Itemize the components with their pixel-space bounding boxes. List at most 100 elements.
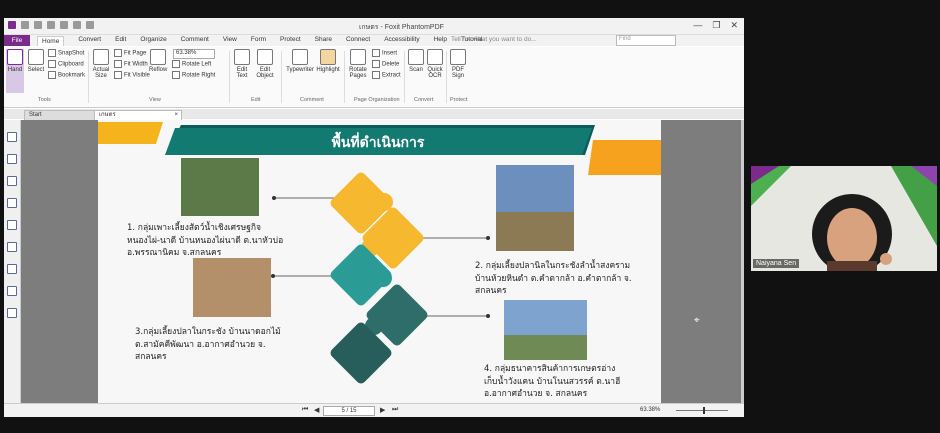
menu-bar: File Home Convert Edit Organize Comment …	[4, 35, 744, 46]
pages-icon[interactable]	[7, 154, 17, 164]
tab-convert[interactable]: Convert	[78, 36, 101, 46]
actual-size-button[interactable]: Actual Size	[91, 49, 111, 79]
ocr-icon	[427, 49, 443, 65]
maximize-button[interactable]: ❐	[712, 20, 720, 31]
rotate-right-button[interactable]: Rotate Right	[172, 71, 215, 79]
quick-ocr-button[interactable]: Quick OCR	[426, 49, 444, 79]
participant-name: Naiyana Sen	[753, 259, 800, 268]
snapshot-button[interactable]: SnapShot	[48, 49, 84, 57]
tab-accessibility[interactable]: Accessibility	[384, 36, 419, 46]
undo-icon[interactable]	[73, 21, 81, 29]
ribbon-tabs: Home Convert Edit Organize Comment View …	[37, 36, 482, 46]
settings-icon[interactable]	[7, 308, 17, 318]
typewriter-button[interactable]: Typewriter	[285, 49, 315, 73]
bookmarks-icon[interactable]	[7, 176, 17, 186]
page-organization-group-label: Page Organization	[354, 97, 400, 103]
insert-button[interactable]: Insert	[372, 49, 397, 57]
delete-button[interactable]: Delete	[372, 60, 399, 68]
zoom-slider-handle[interactable]	[703, 407, 706, 414]
previous-page-button[interactable]: ◀	[314, 406, 319, 414]
new-icon[interactable]	[60, 21, 68, 29]
zoom-input[interactable]: 63.38%	[173, 49, 215, 59]
select-tool-button[interactable]: Select	[26, 49, 46, 73]
typewriter-icon	[292, 49, 308, 65]
save-icon[interactable]	[34, 21, 42, 29]
tab-organize[interactable]: Organize	[140, 36, 166, 46]
hand-tool-button[interactable]: Hand	[6, 49, 24, 93]
puzzle-pieces	[330, 172, 428, 384]
document-canvas[interactable]: พื้นที่ดำเนินการ 1. กลุ่มเพาะเลี้ยงสัตว์…	[21, 120, 744, 403]
protect-group-label: Protect	[450, 97, 468, 103]
hand-icon	[7, 49, 23, 65]
extract-button[interactable]: Extract	[372, 71, 401, 79]
minimize-button[interactable]: —	[693, 20, 702, 31]
security-icon[interactable]	[7, 264, 17, 274]
close-tab-icon[interactable]: ×	[174, 111, 178, 120]
tab-form[interactable]: Form	[251, 36, 266, 46]
site-item-3: 3.กลุ่มเลี้ยงปลาในกระชัง บ้านนาดอกไม้ ต.…	[135, 327, 281, 362]
pen-icon	[450, 49, 466, 65]
edit-group-label: Edit	[251, 97, 261, 103]
tab-comment[interactable]: Comment	[181, 36, 209, 46]
attachments-icon[interactable]	[7, 220, 17, 230]
tab-view[interactable]: View	[223, 36, 237, 46]
view-group-label: View	[149, 97, 161, 103]
zoom-level: 63.38%	[640, 407, 661, 413]
site-item-4: 4. กลุ่มธนาคารสินค้าการเกษตรอ่าง เก็บน้ำ…	[484, 364, 621, 399]
slide-page: พื้นที่ดำเนินการ 1. กลุ่มเพาะเลี้ยงสัตว์…	[98, 120, 661, 403]
zoom-slider[interactable]	[676, 410, 728, 411]
tab-edit[interactable]: Edit	[115, 36, 126, 46]
reflow-button[interactable]: Reflow	[149, 49, 167, 73]
fit-visible-button[interactable]: Fit Visible	[114, 71, 150, 79]
clipboard-button[interactable]: Clipboard	[48, 60, 84, 68]
rotate-pages-button[interactable]: Rotate Pages	[347, 49, 369, 79]
tab-connect[interactable]: Connect	[346, 36, 370, 46]
ribbon-separator	[88, 51, 89, 103]
edit-object-button[interactable]: Edit Object	[254, 49, 276, 79]
scan-button[interactable]: Scan	[407, 49, 425, 73]
participant-video	[751, 166, 937, 271]
ribbon-separator	[446, 51, 447, 103]
tab-home[interactable]: Home	[37, 36, 65, 46]
document-tabs: Start เกษตร ×	[4, 109, 744, 121]
tab-help[interactable]: Help	[434, 36, 447, 46]
layers-icon[interactable]	[7, 242, 17, 252]
print-icon[interactable]	[47, 21, 55, 29]
close-button[interactable]: ✕	[730, 20, 738, 31]
tell-me-search[interactable]: Tell me what you want to do...	[451, 36, 537, 43]
ribbon-separator	[281, 51, 282, 103]
hand-nav-icon[interactable]	[7, 132, 17, 142]
redo-icon[interactable]	[86, 21, 94, 29]
last-page-button[interactable]: ⏭	[392, 406, 398, 414]
tools-group-label: Tools	[38, 97, 51, 103]
first-page-button[interactable]: ⏮	[302, 406, 308, 414]
vertical-scrollbar[interactable]	[741, 120, 744, 403]
edit-text-icon	[234, 49, 250, 65]
slide-title: พื้นที่ดำเนินการ	[331, 135, 425, 151]
open-icon[interactable]	[21, 21, 29, 29]
next-page-button[interactable]: ▶	[380, 406, 385, 414]
comments-icon[interactable]	[7, 198, 17, 208]
highlight-button[interactable]: Highlight	[316, 49, 340, 73]
file-menu[interactable]: File	[4, 35, 30, 46]
slide-banner-left	[98, 122, 163, 144]
bookmark-button[interactable]: Bookmark	[48, 71, 85, 79]
signatures-icon[interactable]	[7, 286, 17, 296]
tab-protect[interactable]: Protect	[280, 36, 301, 46]
edit-object-icon	[257, 49, 273, 65]
mouse-cursor-icon: ⌖	[694, 315, 700, 326]
tab-share[interactable]: Share	[315, 36, 332, 46]
photo-group-meeting	[193, 258, 271, 317]
fit-width-button[interactable]: Fit Width	[114, 60, 148, 68]
actual-size-icon	[93, 49, 109, 65]
find-input[interactable]: Find	[616, 35, 676, 46]
ribbon-separator	[229, 51, 230, 103]
comment-group-label: Comment	[300, 97, 324, 103]
page-number-input[interactable]: 5 / 15	[323, 406, 375, 416]
site-item-2: 2. กลุ่มเลี้ยงปลานิลในกระชังลำน้ำสงคราม …	[475, 261, 632, 296]
pdf-sign-button[interactable]: PDF Sign	[449, 49, 467, 79]
video-participant-tile: Naiyana Sen	[751, 166, 937, 271]
rotate-left-button[interactable]: Rotate Left	[172, 60, 211, 68]
edit-text-button[interactable]: Edit Text	[233, 49, 251, 79]
fit-page-button[interactable]: Fit Page	[114, 49, 146, 57]
